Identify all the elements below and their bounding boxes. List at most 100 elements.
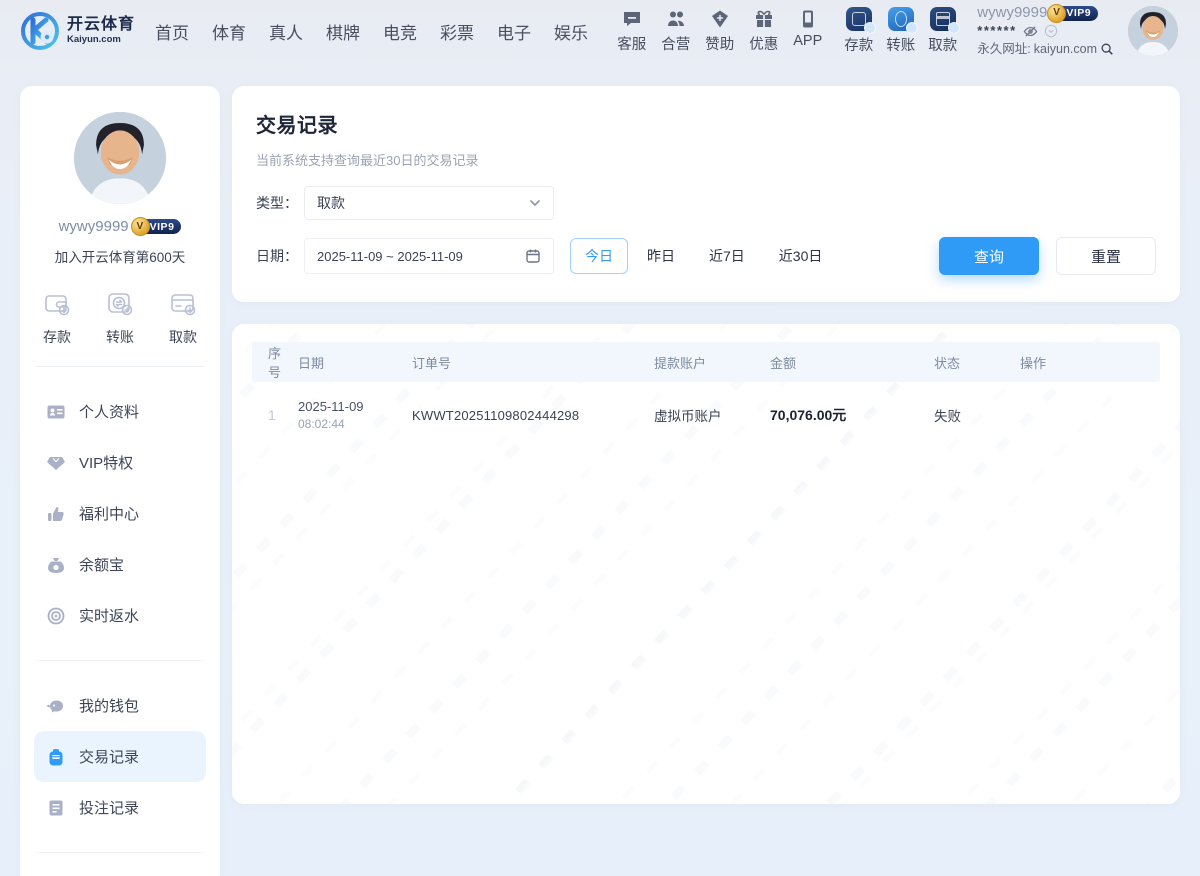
page-title: 交易记录 — [256, 109, 1156, 138]
type-filter-row: 类型： 取款 — [256, 186, 1156, 220]
divider — [36, 852, 204, 853]
col-status: 状态 — [934, 353, 1020, 372]
nav-slots[interactable]: 电子 — [497, 19, 531, 44]
range-yesterday-button[interactable]: 昨日 — [632, 238, 690, 274]
quick-transfer-button[interactable]: 转账 — [105, 290, 135, 347]
sidebar-item-yuebao[interactable]: 余额宝 — [34, 539, 206, 590]
filter-actions: 查询 重置 — [939, 237, 1156, 275]
quick-deposit-button[interactable]: 存款 — [42, 290, 72, 347]
results-panel: 序号 日期 订单号 提款账户 金额 状态 操作 1 2025-11-09 08:… — [232, 324, 1180, 804]
row-no: 1 — [252, 407, 292, 423]
joined-days: 加入开云体育第600天 — [34, 246, 206, 266]
nav-live[interactable]: 真人 — [269, 19, 303, 44]
type-select-value: 取款 — [317, 193, 345, 213]
site-url: kaiyun.com — [1034, 41, 1097, 57]
date-label: 日期： — [256, 246, 304, 266]
sidebar-menu-misc: 兑奖记录 消息中心 99+ — [34, 872, 206, 876]
sidebar-item-rebate[interactable]: 实时返水 — [34, 590, 206, 641]
money-pouch-icon — [46, 555, 66, 575]
range-today-button[interactable]: 今日 — [570, 238, 628, 274]
brand-name: 开云体育 — [67, 17, 135, 34]
range-30days-button[interactable]: 近30日 — [764, 238, 838, 274]
header-avatar[interactable] — [1128, 6, 1178, 56]
divider — [36, 660, 204, 661]
sponsor-menu-item[interactable]: 赞助 — [705, 9, 734, 54]
nav-home[interactable]: 首页 — [155, 19, 189, 44]
withdraw-button[interactable]: 取款 — [928, 7, 957, 55]
sidebar-quick-actions: 存款 转账 取款 — [34, 290, 206, 347]
sidebar-item-welfare[interactable]: 福利中心 — [34, 488, 206, 539]
range-7days-button[interactable]: 近7日 — [694, 238, 760, 274]
sidebar: wywy9999 VIP9 加入开云体育第600天 存款 转账 — [20, 86, 220, 876]
wallet-menu: 存款 转账 取款 — [844, 7, 957, 55]
col-date: 日期 — [292, 353, 404, 372]
wallet-outline-icon — [42, 290, 72, 318]
transfer-button[interactable]: 转账 — [886, 7, 915, 55]
gift-icon — [754, 9, 774, 29]
top-nav: 首页 体育 真人 棋牌 电竞 彩票 电子 娱乐 — [155, 19, 588, 44]
table-row: 1 2025-11-09 08:02:44 KWWT20251109802444… — [252, 382, 1160, 448]
brand-domain: Kaiyun.com — [67, 35, 135, 45]
sidebar-item-profile[interactable]: 个人资料 — [34, 386, 206, 437]
col-account: 提款账户 — [654, 353, 770, 372]
col-no: 序号 — [252, 343, 292, 381]
sponsor-icon — [710, 9, 730, 29]
sidebar-item-transactions[interactable]: 交易记录 — [34, 731, 206, 782]
chevron-circle-icon[interactable] — [1044, 24, 1058, 38]
rebate-target-icon — [46, 606, 66, 626]
date-range-input[interactable]: 2025-11-09 ~ 2025-11-09 — [304, 238, 554, 274]
sidebar-vip-badge: VIP9 — [137, 219, 182, 234]
promo-menu-item[interactable]: 优惠 — [749, 9, 778, 54]
nav-casino[interactable]: 娱乐 — [554, 19, 588, 44]
quick-range-group: 今日 昨日 近7日 近30日 — [570, 238, 837, 274]
deposit-button[interactable]: 存款 — [844, 7, 873, 55]
nav-sports[interactable]: 体育 — [212, 19, 246, 44]
masked-balance: ****** — [977, 23, 1016, 39]
sidebar-item-wallet[interactable]: 我的钱包 — [34, 680, 206, 731]
nav-lottery[interactable]: 彩票 — [440, 19, 474, 44]
sidebar-username: wywy9999 — [59, 218, 129, 235]
partner-menu-item[interactable]: 合营 — [661, 9, 690, 54]
user-info[interactable]: wywy9999 VIP9 ****** 永久网址: kaiyun.com — [977, 5, 1114, 57]
brand-logo[interactable]: 开云体育 Kaiyun.com — [20, 11, 135, 51]
sidebar-avatar[interactable] — [74, 112, 166, 204]
eye-off-icon[interactable] — [1023, 24, 1038, 39]
reset-button[interactable]: 重置 — [1056, 237, 1156, 275]
row-status: 失败 — [934, 405, 1020, 425]
col-order: 订单号 — [404, 353, 654, 372]
sidebar-item-bets[interactable]: 投注记录 — [34, 782, 206, 833]
bet-record-icon — [46, 798, 66, 818]
sidebar-menu-account: 个人资料 VIP特权 福利中心 余额宝 实时返水 — [34, 386, 206, 641]
col-action: 操作 — [1020, 353, 1160, 372]
id-card-icon — [46, 402, 66, 422]
filter-panel: 交易记录 当前系统支持查询最近30日的交易记录 类型： 取款 日期： 2025-… — [232, 86, 1180, 302]
row-order-no: KWWT20251109802444298 — [404, 408, 654, 423]
like-icon — [46, 504, 66, 524]
search-button[interactable]: 查询 — [939, 237, 1039, 275]
nav-esports[interactable]: 电竞 — [383, 19, 417, 44]
type-select[interactable]: 取款 — [304, 186, 554, 220]
sidebar-item-vip[interactable]: VIP特权 — [34, 437, 206, 488]
transfer-icon — [888, 7, 914, 31]
search-icon[interactable] — [1100, 42, 1114, 56]
app-menu-item[interactable]: APP — [793, 9, 822, 54]
calendar-icon — [525, 248, 541, 264]
quick-withdraw-button[interactable]: 取款 — [168, 290, 198, 347]
nav-cards[interactable]: 棋牌 — [326, 19, 360, 44]
top-header: 开云体育 Kaiyun.com 首页 体育 真人 棋牌 电竞 彩票 电子 娱乐 … — [0, 0, 1200, 62]
page-subtitle: 当前系统支持查询最近30日的交易记录 — [256, 150, 1156, 169]
col-amount: 金额 — [770, 353, 934, 372]
sidebar-menu-records: 我的钱包 交易记录 投注记录 — [34, 680, 206, 833]
support-menu-item[interactable]: 客服 — [617, 9, 646, 54]
row-amount: 70,076.00元 — [770, 405, 934, 425]
quick-menu: 客服 合营 赞助 优惠 APP — [617, 9, 822, 54]
site-label: 永久网址: — [977, 41, 1030, 57]
row-date: 2025-11-09 08:02:44 — [292, 399, 404, 431]
phone-icon — [798, 9, 818, 29]
chat-icon — [622, 9, 642, 29]
username: wywy9999 — [977, 5, 1047, 21]
gem-icon — [46, 453, 66, 473]
vip-badge: VIP9 — [1053, 6, 1098, 21]
sidebar-item-redeem[interactable]: 兑奖记录 — [34, 872, 206, 876]
transfer-outline-icon — [105, 290, 135, 318]
